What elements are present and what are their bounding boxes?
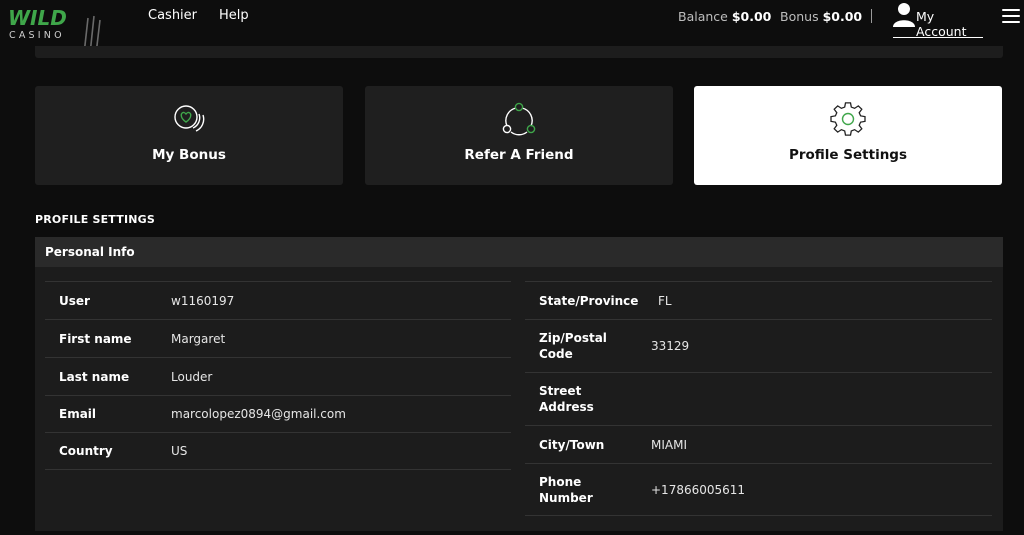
personal-info-panel: Personal Info User w1160197 First name M… <box>35 237 1003 531</box>
profile-settings-card[interactable]: Profile Settings <box>694 86 1002 185</box>
field-row-last-name: Last name Louder <box>45 357 511 395</box>
field-row-state: State/Province FL <box>525 281 992 319</box>
nav-help-link[interactable]: Help <box>219 8 249 23</box>
section-title: PROFILE SETTINGS <box>35 213 155 226</box>
field-label: Street Address <box>539 384 594 414</box>
field-label: City/Town <box>539 437 605 452</box>
refer-a-friend-label: Refer A Friend <box>464 147 574 163</box>
balance-label: Balance <box>678 9 728 24</box>
personal-info-right-column: State/Province FL Zip/Postal Code 33129 … <box>525 281 992 516</box>
field-row-phone: Phone Number +17866005611 <box>525 463 992 516</box>
field-label: State/Province <box>539 293 639 308</box>
field-label: Phone Number <box>539 474 593 505</box>
profile-settings-label: Profile Settings <box>788 147 908 163</box>
field-value: FL <box>658 293 672 308</box>
field-value: +17866005611 <box>651 482 746 497</box>
field-row-street-address: Street Address <box>525 372 992 425</box>
bonus-coin-icon <box>174 105 205 132</box>
field-value: Margaret <box>171 331 226 346</box>
notice-strip <box>35 46 1003 58</box>
field-row-country: Country US <box>45 432 511 470</box>
field-row-first-name: First name Margaret <box>45 319 511 357</box>
field-value: 33129 <box>651 339 690 353</box>
gear-icon <box>830 102 866 136</box>
field-label: Zip/Postal Code <box>539 331 607 361</box>
bonus-label: Bonus <box>780 9 819 24</box>
personal-info-left-column: User w1160197 First name Margaret Last n… <box>45 281 511 470</box>
nav-cashier-link[interactable]: Cashier <box>148 8 197 23</box>
field-value: US <box>171 444 188 458</box>
field-value: Louder <box>171 369 213 384</box>
balance-display: Balance $0.00 <box>678 9 771 24</box>
wild-casino-logo[interactable]: WILD CASINO <box>8 6 101 55</box>
field-row-city: City/Town MIAMI <box>525 425 992 463</box>
panel-title: Personal Info <box>35 237 1003 267</box>
header-divider <box>871 9 872 23</box>
field-label: First name <box>59 331 132 346</box>
my-account-label: My Account <box>916 9 967 39</box>
my-bonus-card[interactable]: My Bonus <box>35 86 343 185</box>
top-header: WILD CASINO Cashier Help Balance $0.00 B… <box>0 0 1024 55</box>
field-label: Country <box>59 444 113 458</box>
field-row-user: User w1160197 <box>45 281 511 319</box>
field-row-zip: Zip/Postal Code 33129 <box>525 319 992 372</box>
field-row-email: Email marcolopez0894@gmail.com <box>45 395 511 432</box>
logo-casino-text: CASINO <box>9 30 65 41</box>
balance-value: $0.00 <box>731 9 772 24</box>
refer-a-friend-card[interactable]: Refer A Friend <box>365 86 673 185</box>
field-label: Last name <box>59 369 130 384</box>
field-label: Email <box>59 407 97 421</box>
field-label: User <box>59 293 90 308</box>
my-account-button[interactable]: My Account <box>893 0 983 39</box>
share-network-icon <box>502 102 536 136</box>
field-value: marcolopez0894@gmail.com <box>171 407 346 421</box>
user-icon <box>893 3 915 27</box>
field-value: w1160197 <box>171 293 235 308</box>
my-bonus-label: My Bonus <box>152 147 226 163</box>
hamburger-menu-icon[interactable] <box>1002 9 1020 23</box>
bonus-value: $0.00 <box>822 9 863 24</box>
logo-wild-text: WILD <box>8 6 67 30</box>
field-value: MIAMI <box>651 437 687 452</box>
bonus-display: Bonus $0.00 <box>780 9 862 24</box>
